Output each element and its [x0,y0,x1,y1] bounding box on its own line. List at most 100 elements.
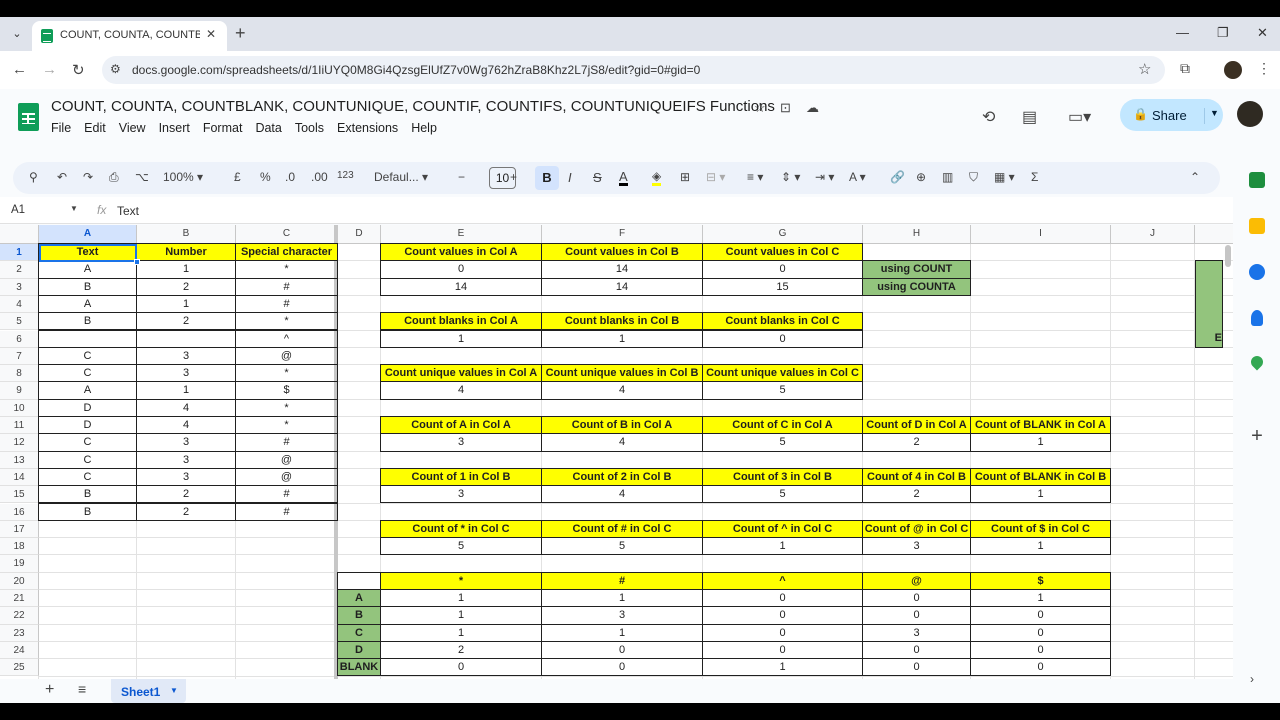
collapse-menus-icon[interactable]: ⌃ [1190,170,1200,184]
show-side-panel-icon[interactable]: › [1250,672,1254,686]
document-title[interactable]: COUNT, COUNTA, COUNTBLANK, COUNTUNIQUE, … [51,98,775,115]
menu-file[interactable]: File [51,121,71,135]
bookmark-star-icon[interactable]: ☆ [1138,60,1151,78]
share-button[interactable]: 🔒 Share ▼ [1120,99,1223,131]
extensions-icon[interactable]: ⧉ [1180,60,1190,77]
row-header-13[interactable]: 13 [0,451,39,469]
menu-data[interactable]: Data [255,121,281,135]
row-header-24[interactable]: 24 [0,641,39,660]
font-size-increase-icon[interactable]: + [510,170,517,184]
browser-menu-icon[interactable]: ⋮ [1257,60,1271,77]
text-rotation-icon[interactable]: A ▾ [849,170,866,184]
paint-format-icon[interactable]: ⌥ [135,170,149,184]
back-icon[interactable]: ← [12,61,27,78]
menu-edit[interactable]: Edit [84,121,106,135]
reload-icon[interactable]: ↻ [72,61,85,79]
column-header-h[interactable]: H [863,225,971,244]
row-header-17[interactable]: 17 [0,520,39,539]
column-header-e[interactable]: E [381,225,542,244]
sheet-tab-dropdown-icon[interactable]: ▼ [170,686,178,695]
keep-icon[interactable] [1249,218,1265,234]
version-history-icon[interactable]: ⟲ [982,107,995,127]
minimize-icon[interactable]: — [1176,25,1189,40]
row-header-23[interactable]: 23 [0,624,39,642]
share-dropdown-icon[interactable]: ▼ [1204,108,1219,124]
column-header-j[interactable]: J [1111,225,1195,244]
row-header-20[interactable]: 20 [0,572,39,590]
menu-view[interactable]: View [119,121,146,135]
bold-button[interactable]: B [535,166,559,190]
horizontal-align-icon[interactable]: ≡ ▾ [747,170,763,184]
row-header-9[interactable]: 9 [0,382,39,400]
row-header-11[interactable]: 11 [0,417,39,435]
meet-icon[interactable]: ▭▾ [1068,107,1091,127]
row-header-19[interactable]: 19 [0,555,39,573]
select-all-corner[interactable] [0,225,39,244]
forward-icon[interactable]: → [42,61,57,78]
add-sheet-icon[interactable]: + [45,681,54,699]
spreadsheet-grid[interactable]: A B C D E F G H I J 1 2 3 4 5 6 7 8 9 10 11 12 13 14 15 16 17 18 19 2… [0,225,1233,679]
close-tab-icon[interactable]: ✕ [206,27,216,41]
vertical-align-icon[interactable]: ⇕ ▾ [781,170,800,184]
cloud-status-icon[interactable]: ☁ [806,100,819,116]
browser-tab[interactable]: COUNT, COUNTA, COUNTBLAN ✕ [32,21,227,51]
row-header-5[interactable]: 5 [0,313,39,331]
menu-extensions[interactable]: Extensions [337,121,398,135]
undo-icon[interactable]: ↶ [57,170,67,184]
window-close-icon[interactable]: ✕ [1257,25,1268,41]
column-header-a[interactable]: A [39,225,137,244]
sheets-logo-icon[interactable] [18,103,39,131]
site-info-icon[interactable]: ⚙ [110,62,121,76]
fill-color-icon[interactable]: ◈ [652,170,662,186]
contacts-icon[interactable] [1251,310,1263,326]
functions-icon[interactable]: Σ [1031,170,1038,184]
row-header-10[interactable]: 10 [0,399,39,417]
name-box-dropdown-icon[interactable]: ▼ [70,204,78,213]
tasks-icon[interactable] [1249,264,1265,280]
row-header-2[interactable]: 2 [0,261,39,279]
menu-format[interactable]: Format [203,121,243,135]
column-header-g[interactable]: G [703,225,863,244]
vertical-scrollbar[interactable] [1225,245,1231,267]
row-header-7[interactable]: 7 [0,347,39,366]
comments-icon[interactable]: ▤ [1022,107,1037,127]
column-header-d[interactable]: D [338,225,381,244]
column-header-f[interactable]: F [542,225,703,244]
filter-views-icon[interactable]: ▦ ▾ [994,170,1015,184]
selection-fill-handle[interactable] [134,259,140,265]
row-header-4[interactable]: 4 [0,295,39,314]
more-formats[interactable]: 123 [337,170,354,181]
get-addons-icon[interactable]: + [1249,426,1265,446]
print-icon[interactable]: ⎙ [109,170,119,185]
insert-chart-icon[interactable]: ▥ [942,170,953,184]
percent-format[interactable]: % [260,170,271,184]
borders-icon[interactable]: ⊞ [680,170,690,184]
column-header-partial[interactable] [1195,225,1233,244]
redo-icon[interactable]: ↷ [83,170,93,184]
row-header-18[interactable]: 18 [0,538,39,556]
row-header-22[interactable]: 22 [0,607,39,625]
row-header-21[interactable]: 21 [0,590,39,608]
italic-button[interactable]: I [568,170,572,185]
account-avatar[interactable] [1237,101,1263,127]
text-wrap-icon[interactable]: ⇥ ▾ [815,170,834,184]
row-header-6[interactable]: 6 [0,330,39,348]
address-bar[interactable]: ⚙ docs.google.com/spreadsheets/d/1IiUYQ0… [102,56,1165,84]
calendar-icon[interactable] [1249,172,1265,188]
text-color-button[interactable]: A [619,170,628,186]
maps-icon[interactable] [1248,353,1266,371]
insert-link-icon[interactable]: 🔗 [890,170,905,184]
row-header-14[interactable]: 14 [0,468,39,487]
name-box[interactable]: A1 [11,204,25,216]
row-header-16[interactable]: 16 [0,503,39,521]
column-header-i[interactable]: I [971,225,1111,244]
strikethrough-button[interactable]: S [593,170,602,185]
insert-comment-icon[interactable]: ⊕ [916,170,926,184]
star-document-icon[interactable]: ☆ [754,100,766,116]
menu-help[interactable]: Help [411,121,437,135]
font-select[interactable]: Defaul... ▾ [374,170,428,184]
sheet-tab[interactable]: Sheet1 ▼ [111,679,186,703]
menu-insert[interactable]: Insert [159,121,190,135]
column-header-c[interactable]: C [236,225,338,244]
profile-avatar[interactable] [1224,61,1242,79]
